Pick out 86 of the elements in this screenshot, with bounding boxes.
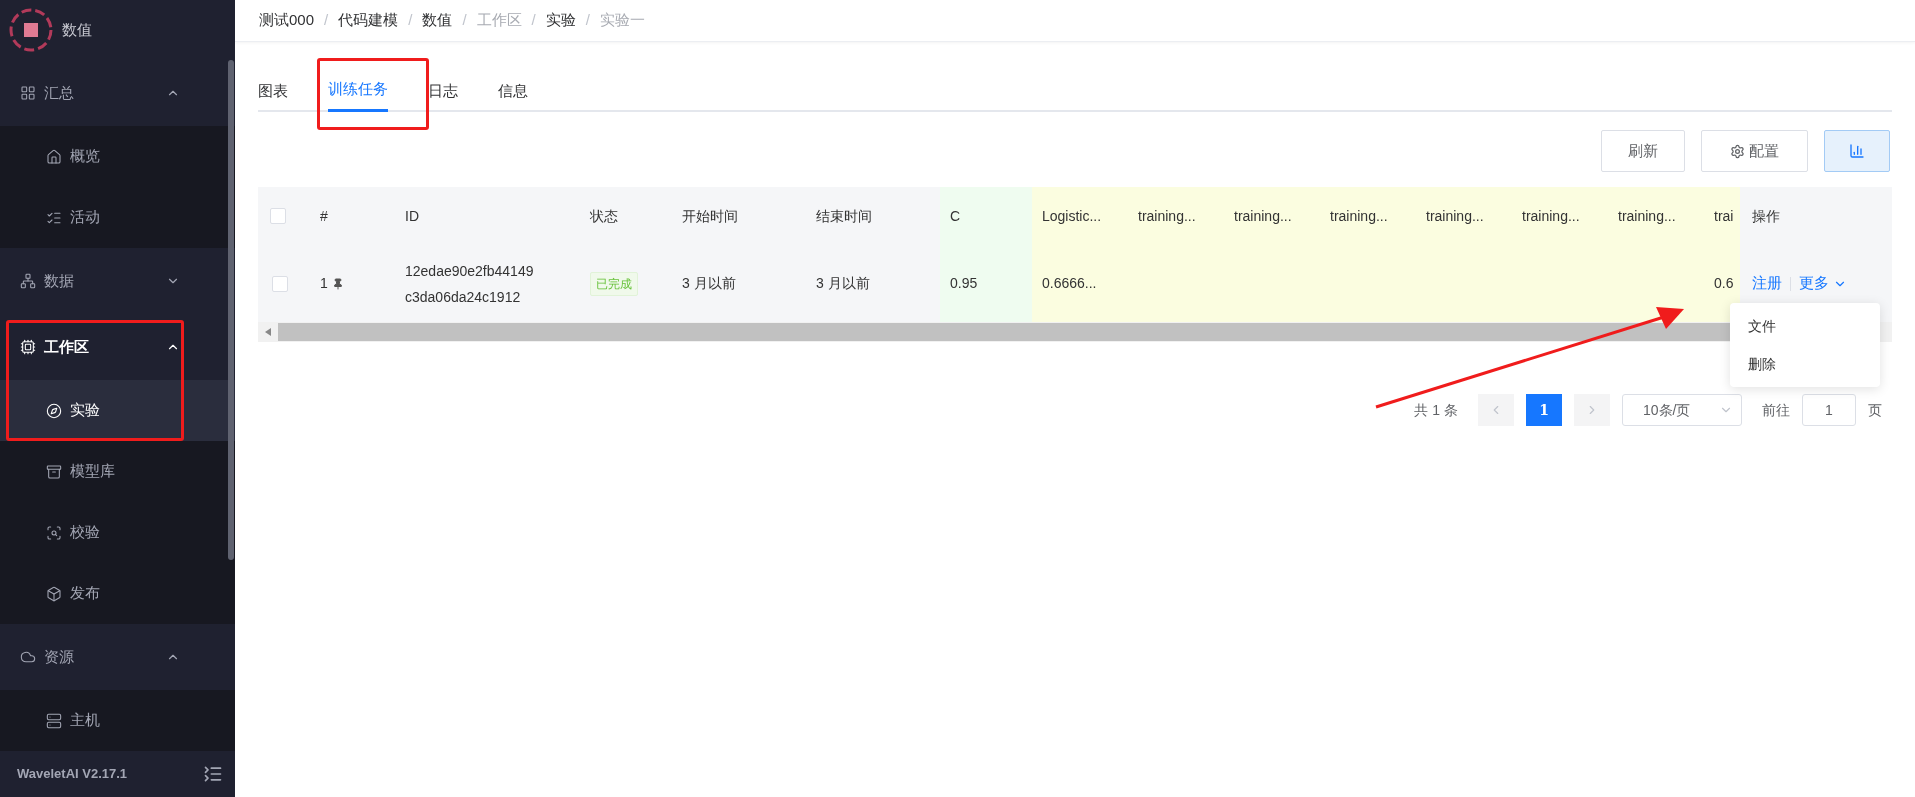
menu-item[interactable]: 实验 <box>0 380 235 441</box>
breadcrumb-item[interactable]: 数值 <box>422 9 453 32</box>
tab[interactable]: 日志 <box>428 70 458 112</box>
table-cell: 0.6 <box>1704 245 1740 322</box>
column-header: # <box>310 187 395 245</box>
app-title: 数值 <box>62 19 92 40</box>
breadcrumb-separator: / <box>585 10 590 31</box>
menu-item[interactable]: 活动 <box>0 187 235 248</box>
menu-item[interactable]: 模型库 <box>0 441 235 502</box>
register-link[interactable]: 注册 <box>1752 272 1782 295</box>
scan-icon <box>46 524 62 541</box>
column-header: training... <box>1416 187 1512 245</box>
logo-icon <box>8 7 54 53</box>
column-header: 操作 <box>1751 206 1781 226</box>
chart-toggle-button[interactable] <box>1824 130 1890 172</box>
menu-group[interactable]: 资源 <box>0 624 235 690</box>
row-number: 1 <box>320 274 328 293</box>
table-cell: 3 月以前 <box>672 245 806 322</box>
breadcrumb-item[interactable]: 测试000 <box>259 9 315 32</box>
settings-icon <box>1730 143 1745 159</box>
network-icon <box>20 273 36 289</box>
menu-item[interactable]: 校验 <box>0 502 235 563</box>
column-header: 结束时间 <box>806 187 940 245</box>
refresh-button[interactable]: 刷新 <box>1601 130 1685 172</box>
box-icon <box>46 585 62 602</box>
breadcrumb-item: 工作区 <box>476 10 522 31</box>
tab[interactable]: 信息 <box>498 70 528 112</box>
menu-option[interactable]: 删除 <box>1730 345 1880 383</box>
goto-label: 前往 <box>1762 400 1790 420</box>
menu-group-label: 数据 <box>44 270 75 291</box>
menu-item[interactable]: 概览 <box>0 126 235 187</box>
menu-item[interactable]: 主机 <box>0 690 235 751</box>
menu-group-label: 资源 <box>44 646 75 667</box>
breadcrumb-separator: / <box>462 10 467 31</box>
table-cell-text: 12edae90e2fb44149c3da06da24c1912 <box>405 261 535 307</box>
tab[interactable]: 训练任务 <box>328 70 388 112</box>
breadcrumb-item[interactable]: 实验 <box>545 9 576 32</box>
goto-page-field[interactable]: 1 <box>1802 394 1856 426</box>
more-dropdown[interactable]: 更多 <box>1799 272 1847 295</box>
column-header: 状态 <box>580 187 672 245</box>
column-header: trai <box>1704 187 1740 245</box>
tab[interactable]: 图表 <box>258 70 288 112</box>
column-header: ID <box>395 187 580 245</box>
total-count: 共 1 条 <box>1414 400 1458 420</box>
column-header: C <box>940 187 1032 245</box>
scrollbar[interactable] <box>228 60 234 560</box>
version-label: WaveletAI V2.17.1 <box>17 765 128 784</box>
cloud-icon <box>20 649 36 665</box>
page-size-select[interactable]: 10条/页 <box>1622 394 1742 426</box>
checkbox[interactable] <box>270 208 286 224</box>
breadcrumb-item: 实验一 <box>599 10 645 31</box>
archive-icon <box>46 463 62 480</box>
compass-icon <box>46 402 62 419</box>
checkbox[interactable] <box>272 275 288 292</box>
bar-chart-icon <box>1849 143 1865 159</box>
column-header: Logistic... <box>1032 187 1128 245</box>
column-header: training... <box>1608 187 1704 245</box>
column-header: 开始时间 <box>672 187 806 245</box>
chip-icon <box>20 339 36 355</box>
page-suffix: 页 <box>1868 400 1882 420</box>
menu-group[interactable]: 汇总 <box>0 60 235 126</box>
scroll-left-icon[interactable] <box>265 328 271 336</box>
menu-group[interactable]: 工作区 <box>0 314 235 380</box>
breadcrumb-separator: / <box>324 10 329 31</box>
menu-group-label: 汇总 <box>44 82 75 103</box>
pin-icon[interactable] <box>331 277 344 290</box>
page-button[interactable]: 1 <box>1526 394 1562 426</box>
server-icon <box>46 712 62 729</box>
table-cell: 0.6666... <box>1032 245 1128 322</box>
menu-group-label: 工作区 <box>44 336 90 357</box>
table-cell: 3 月以前 <box>806 245 940 322</box>
configure-button[interactable]: 配置 <box>1701 130 1808 172</box>
status-tag: 已完成 <box>590 271 638 296</box>
grid-icon <box>20 85 36 101</box>
collapse-menu-icon[interactable] <box>203 764 223 784</box>
column-header: training... <box>1128 187 1224 245</box>
home-icon <box>46 148 62 165</box>
column-header: training... <box>1512 187 1608 245</box>
menu-group[interactable]: 数据 <box>0 248 235 314</box>
menu-item[interactable]: 发布 <box>0 563 235 624</box>
column-header: training... <box>1320 187 1416 245</box>
table-cell: 0.95 <box>940 245 1032 322</box>
breadcrumb-separator: / <box>408 10 413 31</box>
breadcrumb-separator: / <box>531 10 536 31</box>
column-header: training... <box>1224 187 1320 245</box>
breadcrumb-item[interactable]: 代码建模 <box>338 9 399 32</box>
